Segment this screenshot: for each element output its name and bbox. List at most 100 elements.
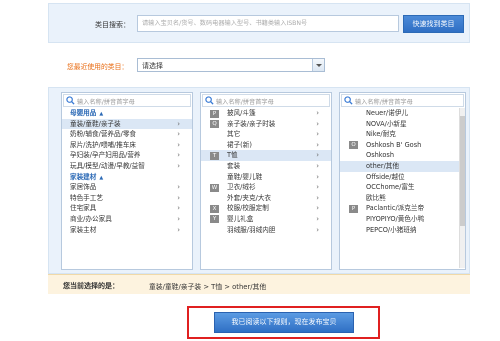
- category-item-label: 尿片/洗护/喂哺/推车床: [70, 140, 137, 149]
- category-item[interactable]: T T恤 ›: [201, 150, 331, 161]
- search-icon: [205, 96, 214, 105]
- category-item[interactable]: 孕妇装/孕产妇用品/营养 ›: [62, 150, 192, 161]
- category-item-label: T恤: [227, 151, 238, 160]
- category-item[interactable]: 商业/办公家具 ›: [62, 214, 192, 225]
- category-item-label: Offside/越位: [366, 172, 405, 181]
- category-item-label: 外套/夹克/大衣: [227, 193, 272, 202]
- chevron-right-icon: ›: [177, 225, 180, 234]
- category-item[interactable]: Offside/越位: [340, 172, 465, 183]
- category-item[interactable]: 童装/童鞋/亲子装 ›: [62, 118, 192, 130]
- category-item[interactable]: O Oshkosh B' Gosh: [340, 140, 465, 151]
- category-item-label: Paclantic/派克兰帝: [366, 204, 425, 213]
- category-item-label: 亲子装/亲子时装: [227, 119, 276, 128]
- category-item[interactable]: P 披风/斗篷 ›: [201, 108, 331, 119]
- index-letter-badge: O: [349, 141, 358, 150]
- search-icon: [344, 96, 353, 105]
- column-3-scrollbar[interactable]: [459, 108, 465, 268]
- category-item[interactable]: other/其他: [340, 160, 465, 172]
- column-search-placeholder: 输入名称/拼音首字母: [216, 99, 274, 106]
- index-letter-badge: Q: [210, 120, 219, 129]
- category-item[interactable]: PEPCO/小猪班纳: [340, 225, 465, 236]
- category-item[interactable]: Neuer/诺伊儿: [340, 108, 465, 119]
- category-item[interactable]: 裙子(新) ›: [201, 140, 331, 151]
- category-item-label: Neuer/诺伊儿: [366, 109, 408, 117]
- chevron-right-icon: ›: [316, 140, 319, 149]
- find-category-button[interactable]: 快速找到类目: [403, 15, 464, 33]
- publish-highlight-box: 我已阅读以下规则，现在发布宝贝: [187, 306, 380, 339]
- category-item[interactable]: PIYOPIYO/黄色小鸭: [340, 214, 465, 225]
- category-item[interactable]: W 卫衣/绒衫 ›: [201, 182, 331, 193]
- category-group-header[interactable]: 母婴用品 ▲: [62, 108, 192, 119]
- category-item[interactable]: Q 亲子装/亲子时装 ›: [201, 119, 331, 130]
- category-item-label: 孕妇装/孕产妇用品/营养: [70, 151, 141, 160]
- selected-category-label: 您当前选择的是：: [63, 282, 119, 290]
- category-item[interactable]: 童鞋/婴儿鞋 ›: [201, 172, 331, 183]
- category-item[interactable]: Oshkosh: [340, 150, 465, 161]
- chevron-right-icon: ›: [177, 130, 180, 139]
- category-item[interactable]: 玩具/模型/动漫/早教/益智 ›: [62, 161, 192, 172]
- category-item-label: OCChome/富生: [366, 183, 415, 192]
- category-item-label: 卫衣/绒衫: [227, 183, 256, 192]
- category-search-input[interactable]: [137, 15, 399, 32]
- category-item[interactable]: 套装 ›: [201, 161, 331, 172]
- category-item[interactable]: 尿片/洗护/喂哺/推车床 ›: [62, 140, 192, 151]
- collapse-arrow-icon[interactable]: ▲: [99, 175, 103, 181]
- chevron-right-icon: ›: [177, 119, 180, 128]
- chevron-right-icon: ›: [316, 119, 319, 128]
- index-letter-badge: P: [210, 109, 219, 118]
- category-item[interactable]: Nike/耐克: [340, 129, 465, 140]
- column-3-search[interactable]: 输入名称/拼音首字母: [341, 94, 464, 107]
- category-item[interactable]: 住宅家具 ›: [62, 203, 192, 214]
- category-item-label: 商业/办公家具: [70, 214, 112, 223]
- category-item-label: 披风/斗篷: [227, 109, 256, 117]
- chevron-right-icon: ›: [316, 172, 319, 181]
- category-item[interactable]: NOVA/小新星: [340, 119, 465, 130]
- category-column-1: 输入名称/拼音首字母 母婴用品 ▲ 童装/童鞋/亲子装 › 奶粉/辅食/营养品/零食 › 尿…: [61, 92, 193, 270]
- category-search-label: 类目搜索：: [95, 21, 130, 29]
- category-item[interactable]: OCChome/富生: [340, 182, 465, 193]
- index-letter-badge: T: [210, 151, 219, 160]
- category-item[interactable]: 外套/夹克/大衣 ›: [201, 193, 331, 204]
- category-item[interactable]: 家装主材 ›: [62, 225, 192, 236]
- recent-category-select[interactable]: 请选择: [137, 58, 325, 72]
- scrollbar-thumb[interactable]: [460, 116, 465, 226]
- chevron-right-icon: ›: [177, 204, 180, 213]
- category-list-2: P 披风/斗篷 › Q 亲子装/亲子时装 › 其它 › 裙子(新) › T T恤 › 套装 › 童鞋/婴儿鞋 ›…: [201, 108, 331, 235]
- selected-category-bar: 您当前选择的是： 童装/童鞋/亲子装 > T恤 > other/其他: [48, 274, 470, 294]
- category-item[interactable]: P Paclantic/派克兰帝: [340, 203, 465, 214]
- category-item-label: 住宅家具: [70, 204, 97, 213]
- category-item-label: 婴儿礼盒: [227, 214, 254, 223]
- category-search-panel: 类目搜索： 快速找到类目: [48, 3, 470, 43]
- category-item[interactable]: Y 婴儿礼盒 ›: [201, 214, 331, 225]
- recent-category-label: 您最近使用的类目：: [67, 63, 129, 71]
- chevron-right-icon: ›: [316, 109, 319, 117]
- category-item[interactable]: 特色手工艺 ›: [62, 193, 192, 204]
- dropdown-arrow-icon[interactable]: [312, 59, 324, 71]
- chevron-right-icon: ›: [316, 225, 319, 234]
- category-item[interactable]: 其它 ›: [201, 129, 331, 140]
- chevron-right-icon: ›: [177, 161, 180, 170]
- index-letter-badge: W: [210, 183, 219, 192]
- column-2-search[interactable]: 输入名称/拼音首字母: [202, 94, 330, 107]
- selected-category-path: 童装/童鞋/亲子装 > T恤 > other/其他: [149, 283, 267, 291]
- recent-category-value: 请选择: [142, 62, 163, 70]
- category-item-label: Oshkosh B' Gosh: [366, 140, 422, 149]
- category-item[interactable]: 羽绒服/羽绒内胆 ›: [201, 225, 331, 236]
- column-1-search[interactable]: 输入名称/拼音首字母: [63, 94, 191, 107]
- chevron-right-icon: ›: [177, 183, 180, 192]
- category-item[interactable]: 欧比熊: [340, 193, 465, 204]
- category-item-label: 家装主材: [70, 225, 97, 234]
- category-item-label: 家居饰品: [70, 183, 97, 192]
- category-item-label: Nike/耐克: [366, 130, 396, 139]
- chevron-right-icon: ›: [316, 183, 319, 192]
- category-group-header[interactable]: 家装建材 ▲: [62, 172, 192, 183]
- category-item[interactable]: 家居饰品 ›: [62, 182, 192, 193]
- category-item-label: PEPCO/小猪班纳: [366, 225, 417, 234]
- collapse-arrow-icon[interactable]: ▲: [99, 111, 103, 117]
- category-item[interactable]: 奶粉/辅食/营养品/零食 ›: [62, 129, 192, 140]
- index-letter-badge: P: [349, 204, 358, 213]
- category-list-3: Neuer/诺伊儿 NOVA/小新星 Nike/耐克 O Oshkosh B' Gosh…: [340, 108, 465, 235]
- publish-item-button[interactable]: 我已阅读以下规则，现在发布宝贝: [214, 312, 354, 333]
- category-item[interactable]: X 校服/校服定制 ›: [201, 203, 331, 214]
- column-search-placeholder: 输入名称/拼音首字母: [77, 99, 135, 106]
